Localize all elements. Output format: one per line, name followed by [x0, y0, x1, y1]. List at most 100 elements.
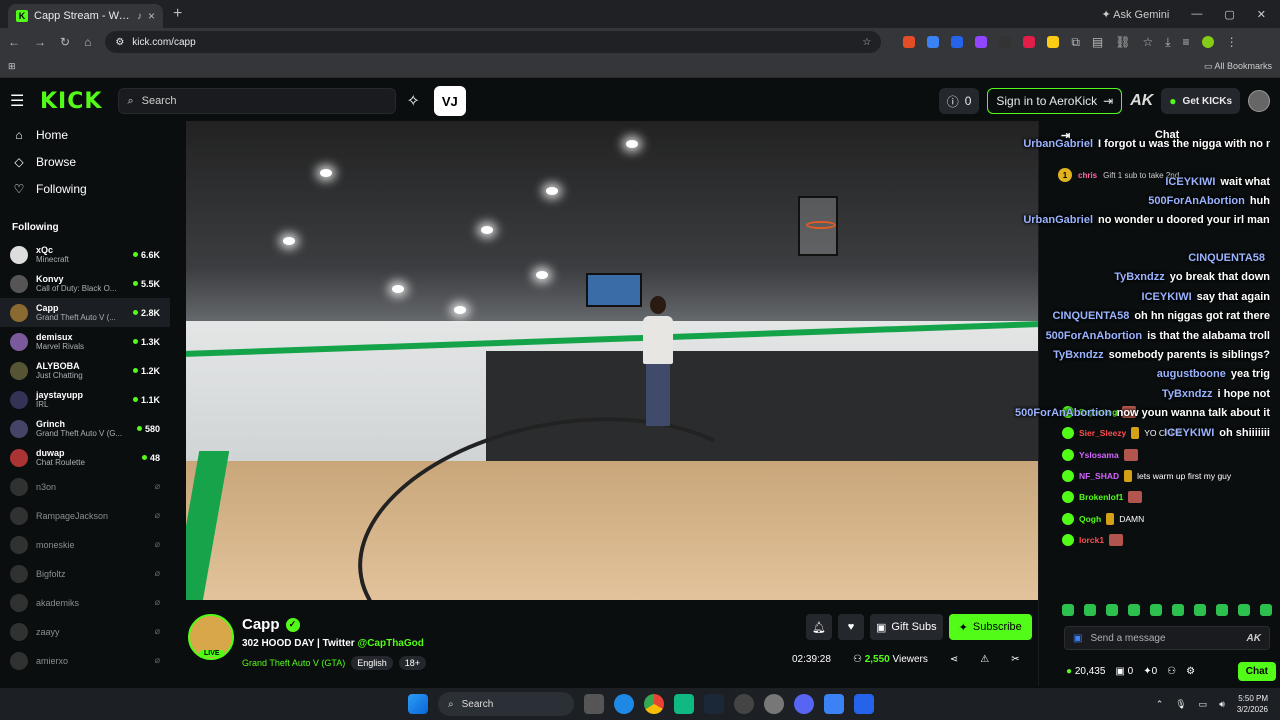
mic-icon[interactable]: 🎙︎ — [1175, 699, 1186, 710]
edge-icon[interactable] — [614, 694, 634, 714]
sidebar-channel[interactable]: moneskie ⌀ — [0, 530, 170, 559]
sidebar-channel[interactable]: amierxo ⌀ — [0, 646, 170, 675]
report-icon[interactable]: ⚠ — [980, 654, 989, 665]
emote-picker-icon[interactable]: ▣ — [1073, 633, 1082, 644]
maximize-icon[interactable]: ▢ — [1224, 8, 1234, 21]
streamer-name[interactable]: Capp ✓ — [242, 616, 300, 633]
profile-avatar-icon[interactable] — [1201, 36, 1214, 48]
chat-message[interactable]: NF_SHAD lets warm up first my guy — [1062, 465, 1272, 486]
get-kicks-button[interactable]: ● Get KICKs — [1161, 88, 1240, 114]
user-icon[interactable]: ⚇ — [1167, 666, 1176, 677]
settings-gear-icon[interactable]: ⚙ — [1186, 666, 1195, 677]
emote-icon[interactable] — [1084, 604, 1096, 616]
site-info-icon[interactable]: ⚙ — [115, 37, 124, 48]
chat-message[interactable]: Brokenlof1 — [1062, 487, 1272, 508]
vj-button[interactable]: VJ — [433, 86, 466, 116]
aerokick-logo[interactable]: AK — [1130, 92, 1153, 110]
gift-display[interactable]: ▣ 0 — [1115, 666, 1133, 677]
sidebar-channel[interactable]: Bigfoltz ⌀ — [0, 559, 170, 588]
download-icon[interactable]: ⤓ — [1165, 35, 1170, 50]
emote-icon[interactable] — [1172, 604, 1184, 616]
chat-username[interactable]: Brokenlof1 — [1079, 492, 1123, 502]
sidebar-channel[interactable]: RampageJackson ⌀ — [0, 501, 170, 530]
app-icon[interactable] — [734, 694, 754, 714]
emote-icon[interactable] — [1062, 604, 1074, 616]
chat-username[interactable]: Yslosama — [1079, 450, 1119, 460]
omnibox[interactable]: ⚙ kick.com/capp ☆ — [105, 31, 882, 53]
tag-language[interactable]: English — [351, 656, 393, 670]
bookmarks-icon[interactable]: ☆ — [1142, 35, 1153, 49]
chat-username[interactable]: lorck1 — [1079, 535, 1104, 545]
twitch-extension-icon[interactable] — [975, 36, 988, 48]
follow-heart-button[interactable]: ♥ — [838, 614, 864, 640]
minimize-icon[interactable]: — — [1191, 8, 1202, 20]
subscribe-button[interactable]: ✦ Subscribe — [948, 614, 1032, 640]
home-button-icon[interactable]: ⌂ — [84, 35, 91, 49]
extension-icon[interactable] — [1023, 36, 1036, 48]
chat-username[interactable]: Qogh — [1079, 514, 1101, 524]
chrome-icon[interactable] — [644, 694, 664, 714]
emote-icon[interactable] — [1150, 604, 1162, 616]
sidebar-channel[interactable]: ALYBOBA Just Chatting 1.2K — [0, 356, 170, 385]
tag-age[interactable]: 18+ — [398, 656, 427, 670]
sidebar-item-home[interactable]: ⌂ Home — [0, 121, 170, 148]
reload-icon[interactable]: ↻ — [60, 35, 70, 49]
apps-grid-icon[interactable]: ⊞ — [8, 61, 16, 72]
emote-icon[interactable] — [1238, 604, 1250, 616]
sidebar-channel[interactable]: duwap Chat Roulette 48 — [0, 443, 170, 472]
user-avatar[interactable] — [1248, 90, 1270, 112]
signin-aerokick-button[interactable]: Sign in to AeroKick ⇥ — [987, 88, 1123, 114]
extension-icon[interactable] — [999, 36, 1012, 48]
gemini-button[interactable]: ✦ Ask Gemini — [1101, 8, 1169, 21]
extension-icon[interactable] — [903, 36, 916, 48]
points-display[interactable]: ● 20,435 — [1066, 666, 1105, 677]
tray-chevron-icon[interactable]: ⌃ — [1156, 699, 1164, 710]
gift-subs-button[interactable]: ▣ Gift Subs — [870, 614, 943, 640]
video-player[interactable] — [186, 121, 1038, 600]
sidebar-item-browse[interactable]: ◇ Browse — [0, 148, 170, 175]
kick-logo[interactable]: KICK — [40, 89, 102, 114]
windows-start-icon[interactable] — [408, 694, 428, 714]
sidebar-channel[interactable]: demisux Marvel Rivals 1.3K — [0, 327, 170, 356]
chat-message[interactable]: Qogh DAMN — [1062, 508, 1272, 529]
menu-hamburger-icon[interactable]: ☰ — [10, 91, 34, 111]
link-icon[interactable]: ⛓ — [1115, 35, 1130, 49]
clip-icon[interactable]: ✂ — [1011, 654, 1019, 665]
extensions-puzzle-icon[interactable]: ⧉ — [1071, 35, 1080, 50]
new-tab-button[interactable]: + — [173, 5, 182, 23]
bookmark-star-icon[interactable]: ☆ — [862, 37, 871, 48]
emote-icon[interactable] — [1194, 604, 1206, 616]
volume-icon[interactable]: 🔊︎ — [1219, 699, 1225, 710]
all-bookmarks-link[interactable]: ▭ All Bookmarks — [1204, 61, 1272, 72]
task-view-icon[interactable] — [584, 694, 604, 714]
category-link[interactable]: Grand Theft Auto V (GTA) — [242, 658, 345, 668]
emote-icon[interactable] — [1260, 604, 1272, 616]
chat-send-button[interactable]: Chat — [1237, 661, 1276, 681]
chat-input[interactable]: ▣ Send a message AK — [1064, 626, 1270, 650]
network-icon[interactable]: ▭ — [1199, 699, 1208, 710]
back-icon[interactable]: ← — [8, 35, 20, 49]
search-input[interactable]: ⌕ Search — [118, 88, 397, 114]
sparkle-icon[interactable]: ✧ — [406, 91, 419, 111]
media-icon[interactable]: ≡ — [1183, 35, 1190, 49]
sidebar-channel[interactable]: jaystayupp IRL 1.1K — [0, 385, 170, 414]
reading-mode-icon[interactable]: ▤ — [1092, 35, 1103, 49]
forward-icon[interactable]: → — [34, 35, 46, 49]
emote-icon[interactable] — [1106, 604, 1118, 616]
sidebar-channel[interactable]: Konvy Call of Duty: Black O... 5.5K — [0, 269, 170, 298]
sidebar-channel[interactable]: zaayy ⌀ — [0, 617, 170, 646]
discord-icon[interactable] — [794, 694, 814, 714]
emote-icon[interactable] — [1128, 604, 1140, 616]
close-window-icon[interactable]: ✕ — [1257, 8, 1266, 21]
sidebar-channel[interactable]: xQc Minecraft 6.6K — [0, 240, 170, 269]
browser-tab[interactable]: K Capp Stream - Watch Live ... ♪ × — [8, 4, 163, 28]
app-icon[interactable] — [674, 694, 694, 714]
extension-icon[interactable] — [927, 36, 940, 48]
notify-bell-button[interactable]: 🔔︎ — [806, 614, 832, 640]
sidebar-channel[interactable]: Capp Grand Theft Auto V (... 2.8K — [0, 298, 170, 327]
notifications-button[interactable]: ⓘ 0 — [938, 88, 980, 114]
share-icon[interactable]: ⋖ — [950, 654, 958, 665]
twitter-handle[interactable]: @CapThaGod — [357, 638, 423, 649]
chat-message[interactable]: Yslosama — [1062, 444, 1272, 465]
app-icon[interactable] — [824, 694, 844, 714]
